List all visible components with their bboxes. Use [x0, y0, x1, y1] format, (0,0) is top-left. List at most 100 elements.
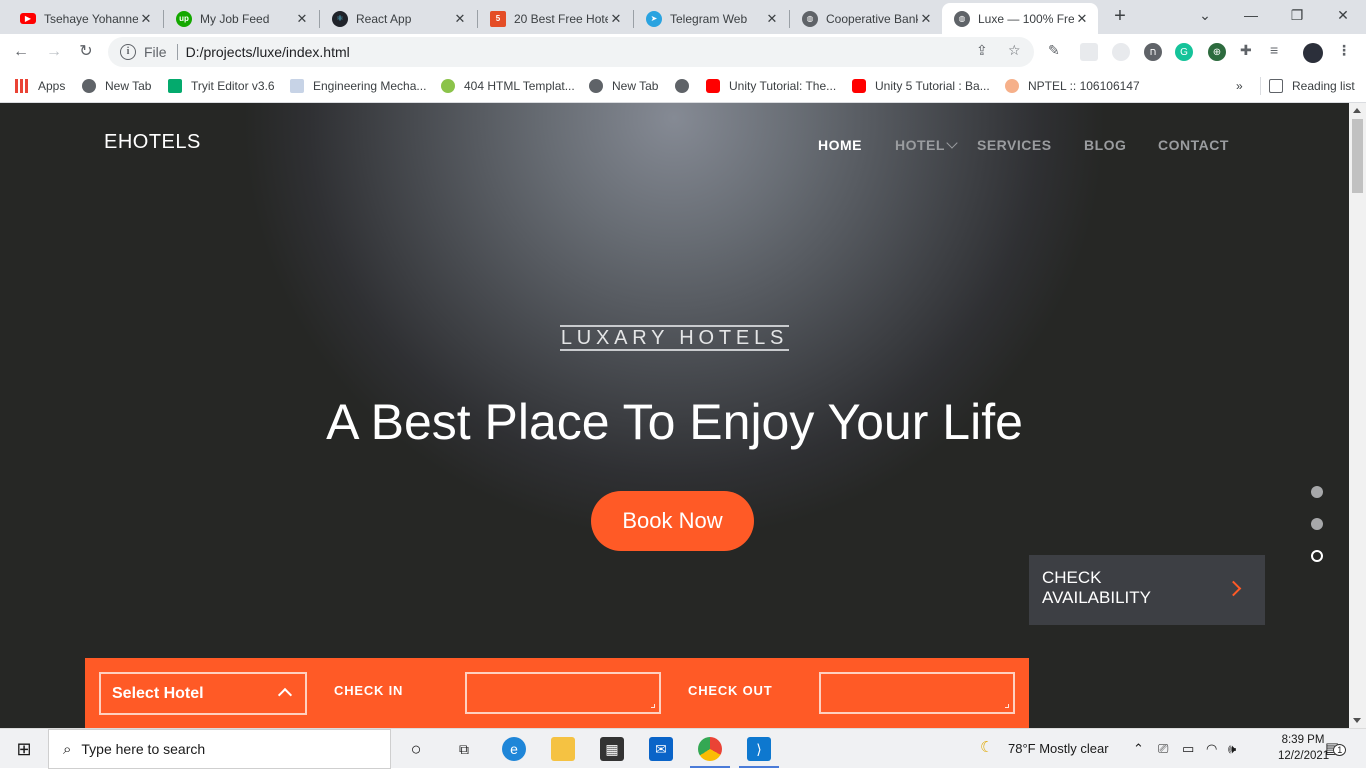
slider-dot-3-active[interactable] — [1311, 550, 1323, 562]
wifi-icon[interactable]: ◠ — [1206, 741, 1217, 757]
file-explorer-icon[interactable] — [551, 737, 575, 761]
check-out-input[interactable] — [819, 672, 1015, 714]
volume-icon[interactable]: 🕪 — [1228, 741, 1236, 757]
media-control-icon[interactable]: ≡ — [1270, 42, 1278, 58]
tab-2[interactable]: ⚛ React App ✕ — [320, 3, 476, 34]
share-icon[interactable]: ⇪ — [976, 42, 988, 59]
nav-contact[interactable]: CONTACT — [1158, 137, 1229, 153]
bookmark-apps[interactable]: Apps — [15, 77, 65, 95]
close-icon[interactable]: ✕ — [608, 11, 624, 27]
mail-icon[interactable]: ✉ — [649, 737, 673, 761]
document-icon — [290, 79, 304, 93]
bookmark-label: New Tab — [105, 79, 152, 93]
html5-icon: 5 — [490, 10, 506, 27]
vpn-extension-icon[interactable]: ⊕ — [1208, 43, 1226, 61]
back-button[interactable]: ← — [9, 40, 33, 64]
close-icon[interactable]: ✕ — [452, 11, 468, 27]
nav-hotel[interactable]: HOTEL — [895, 137, 958, 153]
system-clock[interactable]: 8:39 PM 12/2/2021 — [1278, 732, 1329, 764]
bookmark-new-tab[interactable]: New Tab — [82, 77, 151, 95]
reading-list-button[interactable]: Reading list — [1260, 77, 1355, 95]
url-text[interactable]: D:/projects/luxe/index.html — [186, 44, 350, 60]
scroll-up-arrow[interactable] — [1353, 108, 1361, 113]
bookmark-unity-1[interactable]: Unity Tutorial: The... — [706, 77, 836, 95]
windows-start-icon[interactable]: ⊞ — [12, 737, 36, 761]
bookmark-404[interactable]: 404 HTML Templat... — [441, 77, 575, 95]
close-window-button[interactable]: ✕ — [1320, 0, 1366, 30]
restore-button[interactable]: ❐ — [1274, 0, 1320, 30]
tab-title: My Job Feed — [200, 11, 270, 26]
scheme-label: File — [144, 44, 167, 60]
chevron-up-icon — [277, 687, 293, 703]
nav-services[interactable]: SERVICES — [977, 137, 1052, 153]
book-now-button[interactable]: Book Now — [591, 491, 754, 551]
grammarly-icon[interactable]: G — [1175, 43, 1193, 61]
store-icon[interactable]: ▦ — [600, 737, 624, 761]
bookmark-new-tab-2[interactable]: New Tab — [589, 77, 658, 95]
nav-blog[interactable]: BLOG — [1084, 137, 1126, 153]
nav-home[interactable]: HOME — [818, 137, 862, 153]
close-icon[interactable]: ✕ — [294, 11, 310, 27]
avatar[interactable] — [1303, 43, 1323, 63]
extension-icon[interactable] — [1080, 43, 1098, 61]
select-hotel-dropdown[interactable]: Select Hotel — [99, 672, 307, 715]
bookmark-unity-2[interactable]: Unity 5 Tutorial : Ba... — [852, 77, 990, 95]
extension-icon[interactable]: ח — [1144, 43, 1162, 61]
browser-toolbar: ← → ↻ i File D:/projects/luxe/index.html… — [0, 34, 1366, 70]
eyedropper-icon[interactable]: ✎ — [1048, 42, 1060, 59]
slider-dot-1[interactable] — [1311, 486, 1323, 498]
bookmark-globe[interactable] — [675, 77, 698, 95]
check-in-input[interactable] — [465, 672, 661, 714]
info-icon[interactable]: i — [120, 44, 136, 60]
close-icon[interactable]: ✕ — [918, 11, 934, 27]
globe-icon — [589, 79, 603, 93]
scroll-down-arrow[interactable] — [1353, 718, 1361, 723]
tab-0[interactable]: ▶ Tsehaye Yohannes ✕ — [8, 3, 162, 34]
edge-icon[interactable]: e — [502, 737, 526, 761]
tab-6-active[interactable]: ◍ Luxe — 100% Free ✕ — [942, 3, 1098, 34]
task-view-icon[interactable]: ⧉ — [452, 737, 476, 761]
tab-5[interactable]: ◍ Cooperative Bank ✕ — [790, 3, 942, 34]
check-availability-label: CHECK AVAILABILITY — [1042, 568, 1151, 607]
cortana-icon[interactable]: ○ — [404, 737, 428, 761]
youtube-icon: ▶ — [20, 13, 36, 24]
forward-button[interactable]: → — [42, 40, 66, 64]
bookmark-nptel[interactable]: NPTEL :: 106106147 — [1005, 77, 1140, 95]
close-icon[interactable]: ✕ — [138, 11, 154, 27]
minimize-button[interactable]: — — [1228, 0, 1274, 30]
tab-1[interactable]: up My Job Feed ✕ — [164, 3, 318, 34]
star-icon[interactable]: ☆ — [1008, 42, 1021, 59]
close-icon[interactable]: ✕ — [764, 11, 780, 27]
hero-headline: A Best Place To Enjoy Your Life — [326, 394, 1023, 450]
booking-bar: Select Hotel CHECK IN CHECK OUT — [85, 658, 1029, 728]
close-icon[interactable]: ✕ — [1074, 11, 1090, 27]
vscode-icon[interactable]: ⟩ — [747, 737, 771, 761]
tab-title: Luxe — 100% Free — [978, 11, 1074, 26]
tab-4[interactable]: ➤ Telegram Web ✕ — [634, 3, 788, 34]
chevron-up-icon[interactable]: ⌃ — [1133, 741, 1144, 757]
new-tab-button[interactable]: + — [1108, 5, 1132, 29]
bookmarks-overflow[interactable]: » — [1236, 77, 1243, 95]
chrome-icon[interactable] — [698, 737, 722, 761]
scrollbar-thumb[interactable] — [1352, 119, 1363, 193]
security-icon[interactable]: ⎚ — [1158, 741, 1168, 757]
moon-weather-icon[interactable]: ☾ — [980, 738, 993, 756]
site-logo[interactable]: EHOTELS — [104, 131, 201, 154]
bookmark-label: Engineering Mecha... — [313, 79, 427, 93]
tab-search-icon[interactable]: ⌄ — [1182, 0, 1228, 30]
weather-text[interactable]: 78°F Mostly clear — [1008, 741, 1109, 756]
kebab-menu-icon[interactable]: ⋮ — [1337, 42, 1351, 59]
slider-dot-2[interactable] — [1311, 518, 1323, 530]
reload-button[interactable]: ↻ — [74, 40, 98, 64]
check-availability-button[interactable]: CHECK AVAILABILITY — [1029, 555, 1265, 625]
extension-icon[interactable] — [1112, 43, 1130, 61]
puzzle-icon[interactable]: ✚ — [1240, 42, 1252, 59]
tab-3[interactable]: 5 20 Best Free Hotel ✕ — [478, 3, 632, 34]
address-bar[interactable]: i File D:/projects/luxe/index.html — [108, 37, 1034, 67]
page-scrollbar[interactable] — [1349, 103, 1366, 728]
notifications-icon[interactable]: ▤1 — [1325, 739, 1347, 757]
taskbar-search[interactable]: ⌕ Type here to search — [48, 729, 391, 769]
bookmark-engineering[interactable]: Engineering Mecha... — [290, 77, 426, 95]
battery-icon[interactable]: ▭ — [1182, 741, 1194, 757]
bookmark-tryit[interactable]: Tryit Editor v3.6 — [168, 77, 275, 95]
